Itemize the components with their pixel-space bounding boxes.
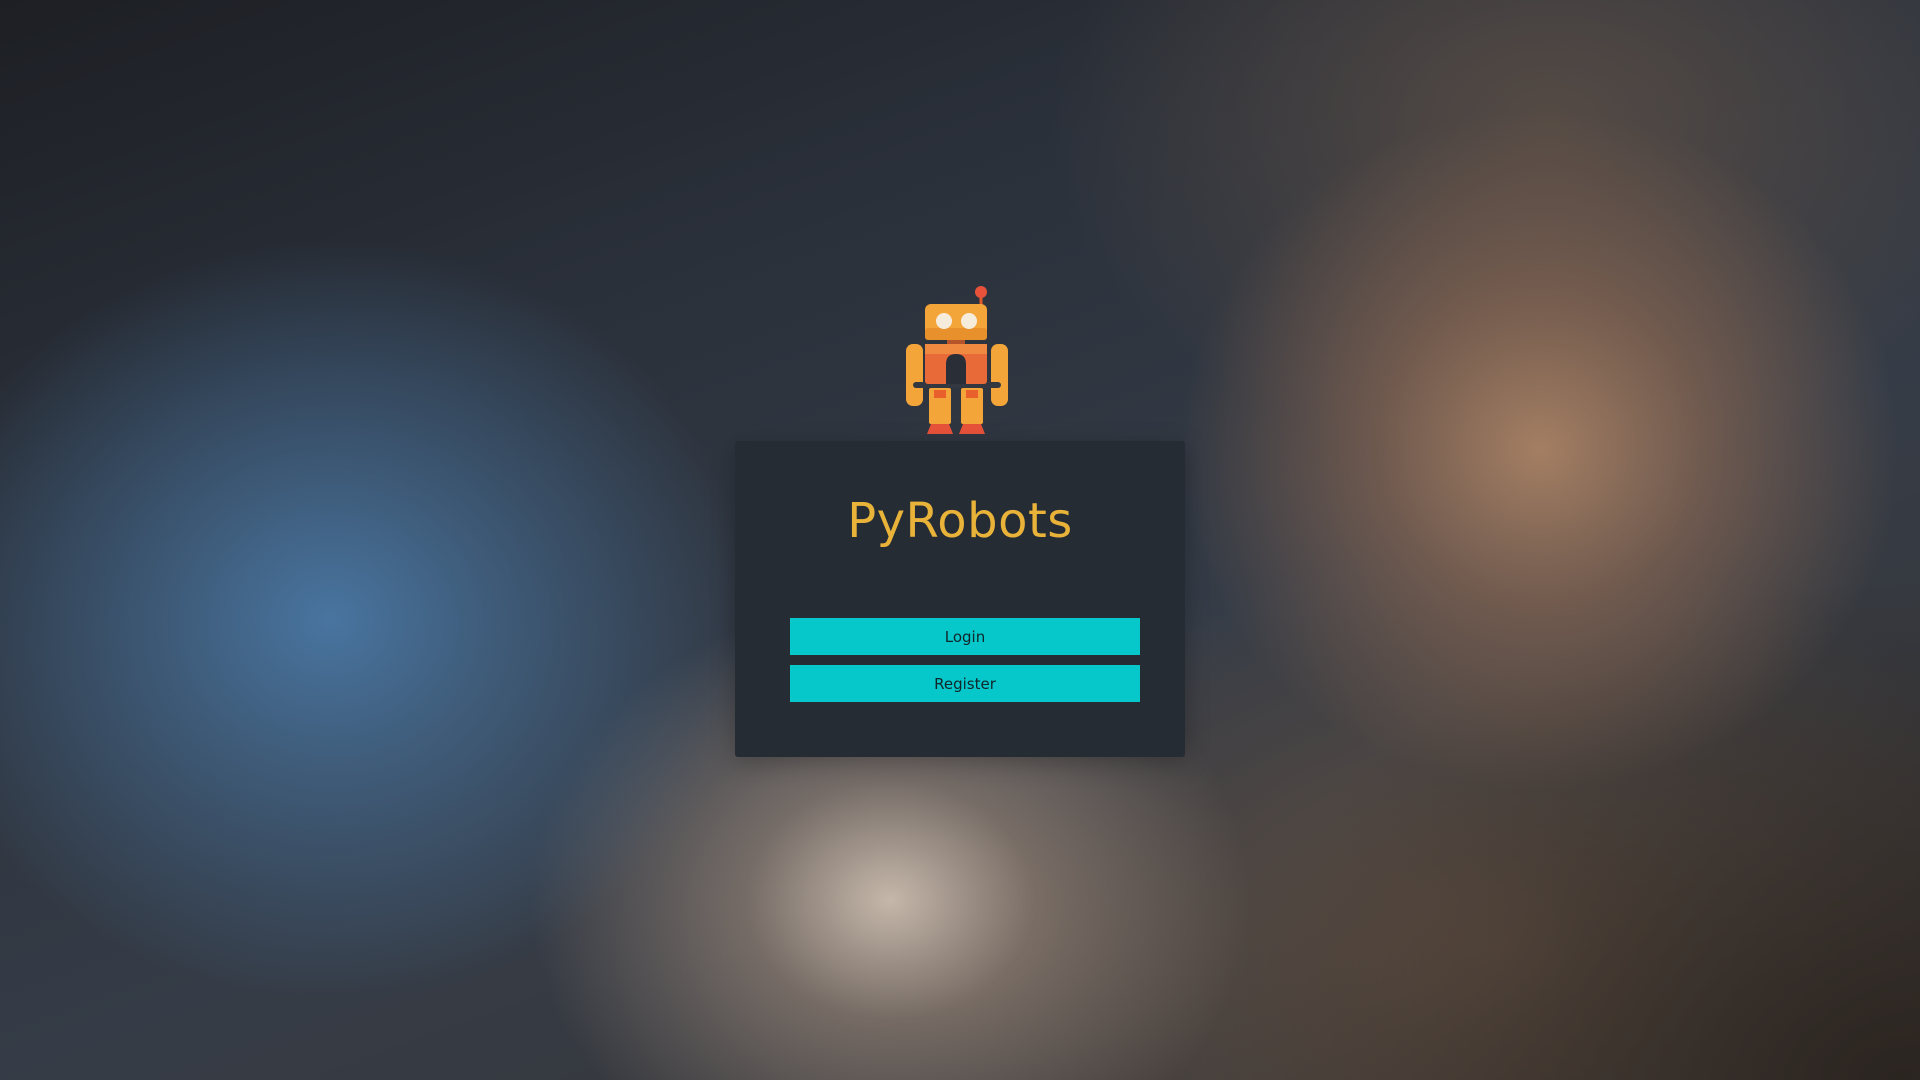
welcome-card: PyRobots Login Register	[735, 441, 1185, 757]
login-button[interactable]: Login	[790, 618, 1140, 655]
robot-logo-icon	[903, 284, 1015, 434]
register-button[interactable]: Register	[790, 665, 1140, 702]
app-title: PyRobots	[847, 493, 1073, 549]
